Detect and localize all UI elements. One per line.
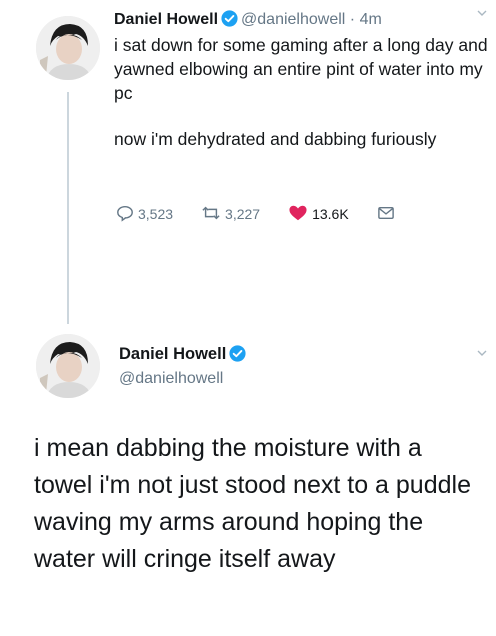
display-name[interactable]: Daniel Howell [119, 345, 249, 367]
username[interactable]: @danielhowell [119, 370, 223, 388]
tweet-actions: 3,523 3,227 13.6K [116, 204, 427, 224]
timestamp[interactable]: · 4m [350, 11, 382, 28]
avatar[interactable] [36, 334, 100, 398]
reply-count: 3,523 [138, 206, 174, 222]
username[interactable]: @danielhowell [241, 11, 345, 28]
display-name-text[interactable]: Daniel Howell [119, 345, 226, 363]
tweet-paragraph: i sat down for some gaming after a long … [114, 35, 488, 103]
verified-badge-icon [221, 10, 238, 34]
avatar[interactable] [36, 16, 100, 80]
heart-icon [288, 204, 312, 225]
tweet-paragraph: now i'm dehydrated and dabbing furiously [114, 129, 437, 149]
tweet-text: i sat down for some gaming after a long … [114, 33, 489, 151]
tweet-2[interactable]: Daniel Howell @danielhowell i mean dabbi… [0, 330, 496, 636]
retweet-icon [201, 204, 225, 225]
chevron-down-icon[interactable] [476, 6, 488, 22]
retweet-count: 3,227 [225, 206, 261, 222]
reply-icon [116, 204, 138, 225]
like-button[interactable]: 13.6K [288, 204, 349, 225]
tweet-header: Daniel Howell @danielhowell · 4m [114, 9, 382, 34]
message-button[interactable] [377, 205, 399, 224]
retweet-button[interactable]: 3,227 [201, 204, 260, 225]
display-name[interactable]: Daniel Howell [114, 11, 218, 28]
verified-badge-icon [229, 345, 246, 367]
tweet-text: i mean dabbing the moisture with a towel… [34, 434, 471, 573]
reply-button[interactable]: 3,523 [116, 204, 173, 225]
chevron-down-icon[interactable] [476, 346, 488, 362]
tweet-1[interactable]: Daniel Howell @danielhowell · 4m i sat do… [0, 0, 496, 330]
like-count: 13.6K [312, 206, 349, 222]
message-icon [377, 205, 399, 224]
